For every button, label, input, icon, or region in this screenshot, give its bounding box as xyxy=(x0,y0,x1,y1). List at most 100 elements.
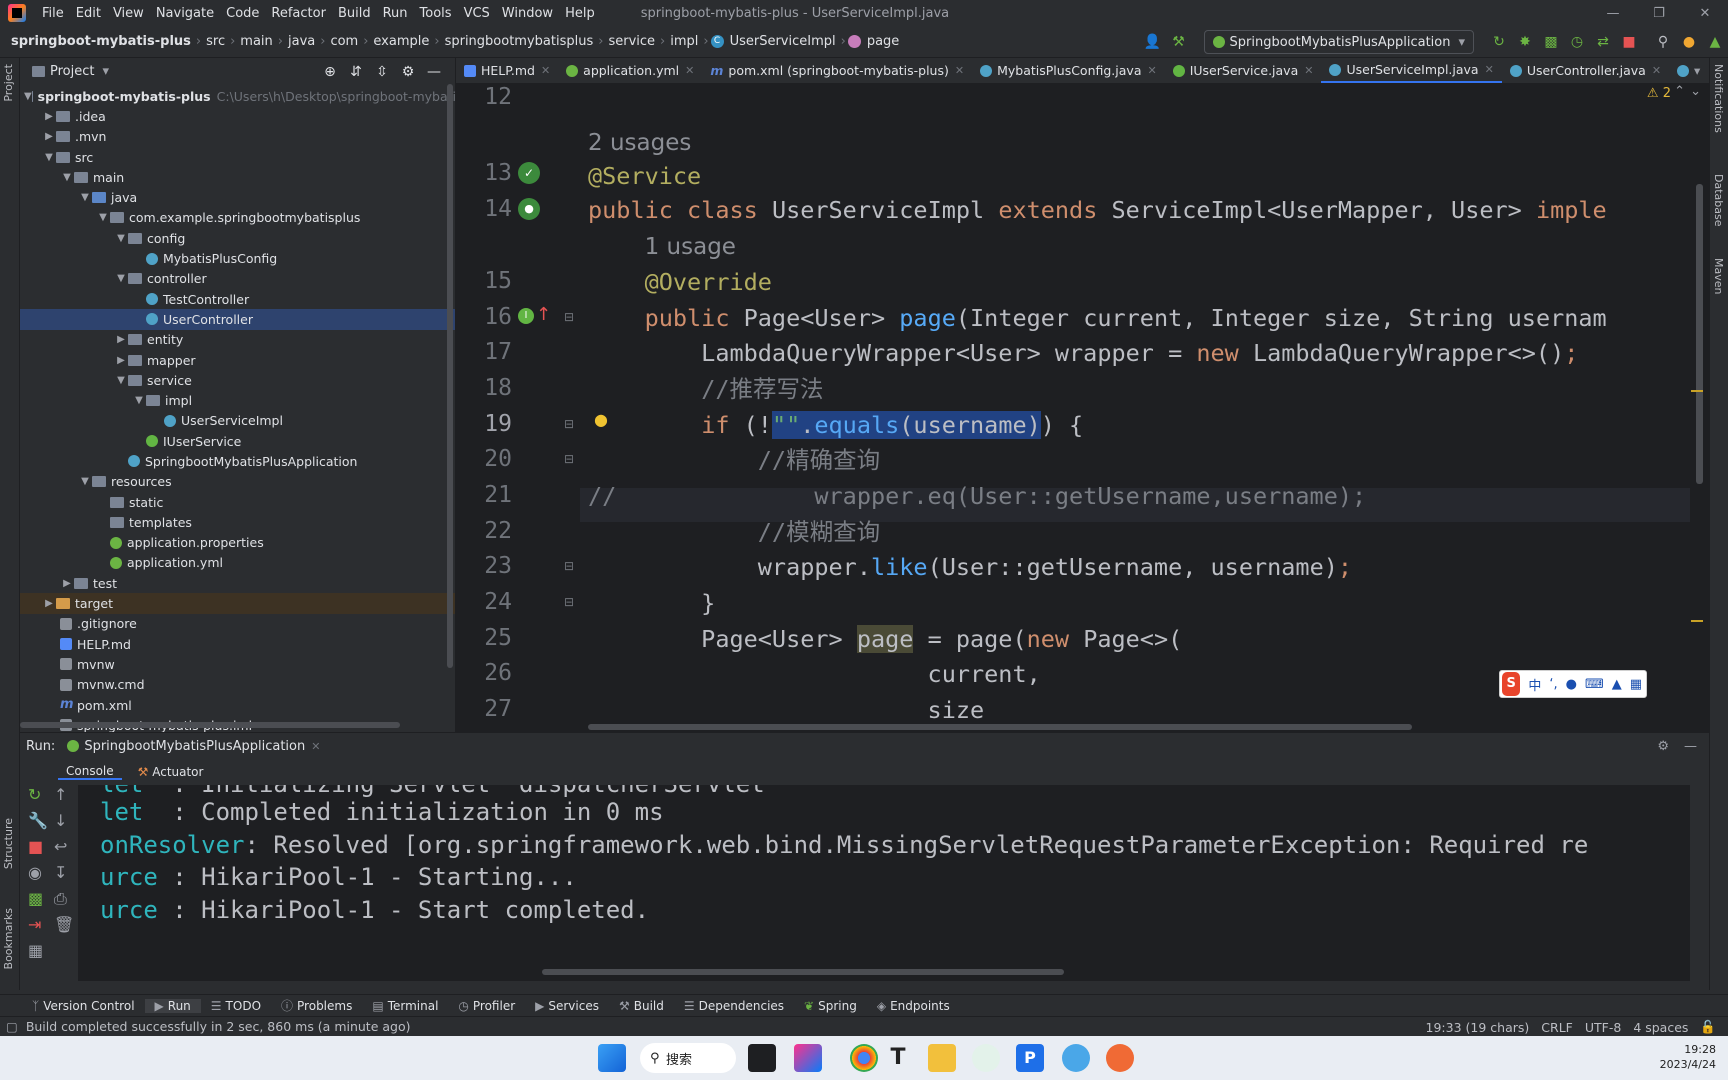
tree-item-test[interactable]: ▶ test xyxy=(20,573,455,593)
hide-icon[interactable]: — xyxy=(1684,739,1697,754)
menu-refactor[interactable]: Refactor xyxy=(265,6,332,21)
tree-item-java[interactable]: ▼ java xyxy=(20,187,455,207)
tree-item-usercontroller[interactable]: UserController xyxy=(20,309,455,330)
tab-application-yml[interactable]: application.yml ✕ xyxy=(558,58,702,83)
build-hammer-icon[interactable]: ⚒ xyxy=(1168,31,1190,53)
tree-item-root[interactable]: ▼ springboot-mybatis-plus C:\Users\h\Deskt… xyxy=(20,86,455,106)
restore-layout-icon[interactable]: ▩ xyxy=(28,889,43,908)
rerun-icon[interactable]: ↻ xyxy=(1488,31,1510,53)
code-area[interactable]: 2 usages @Service public class UserServi… xyxy=(588,84,1688,732)
fold-icon[interactable]: ⊟ xyxy=(564,452,574,466)
tree-item-userserviceimpl[interactable]: UserServiceImpl xyxy=(20,411,455,431)
menu-help[interactable]: Help xyxy=(559,6,601,21)
tree-item-testcontroller[interactable]: TestController xyxy=(20,289,455,309)
wrench-icon[interactable]: 🔧 xyxy=(28,811,48,830)
tree-item-mybatisplusconfig[interactable]: MybatisPlusConfig xyxy=(20,248,455,268)
gear-icon[interactable]: ⚙ xyxy=(397,61,419,83)
chevron-down-icon[interactable]: ▾ xyxy=(1694,63,1700,78)
breadcrumb-example[interactable]: example xyxy=(370,34,432,49)
debug-icon[interactable]: ✸ xyxy=(1514,31,1536,53)
tree-item-package[interactable]: ▼ com.example.springbootmybatisplus xyxy=(20,208,455,228)
tab-spring[interactable]: ❦ Spring xyxy=(794,999,867,1013)
breadcrumb-project[interactable]: springboot-mybatis-plus xyxy=(8,34,194,49)
camera-icon[interactable]: ◉ xyxy=(28,863,42,882)
tree-item-target[interactable]: ▶ target xyxy=(20,593,455,614)
run-config-tab[interactable]: SpringbootMybatisPlusApplication xyxy=(84,739,305,754)
tree-item-service[interactable]: ▼ service xyxy=(20,370,455,390)
tab-help-md[interactable]: HELP.md ✕ xyxy=(456,58,558,83)
arrow-up-icon[interactable]: ↑ xyxy=(54,785,67,804)
menu-code[interactable]: Code xyxy=(220,6,265,21)
code-editor[interactable]: 12 13 14 15 16 17 18 19 20 21 22 23 24 2… xyxy=(456,84,1709,732)
restore-icon[interactable]: ❐ xyxy=(1636,0,1682,26)
user-icon[interactable]: 👤 xyxy=(1142,31,1164,53)
bookmarks-tool-button[interactable]: Bookmarks xyxy=(2,908,15,969)
intellij-taskbar-icon[interactable] xyxy=(794,1044,822,1072)
close-icon[interactable]: ✕ xyxy=(1682,0,1728,26)
close-tab-icon[interactable]: ✕ xyxy=(955,64,964,77)
tab-console[interactable]: Console xyxy=(58,764,122,780)
line-separator[interactable]: CRLF xyxy=(1541,1020,1573,1035)
menu-file[interactable]: File xyxy=(36,6,70,21)
tree-item-pom[interactable]: m pom.xml xyxy=(20,695,455,715)
error-stripe-marker[interactable] xyxy=(1691,620,1703,622)
maven-tool-button[interactable]: Maven xyxy=(1712,258,1725,294)
menu-window[interactable]: Window xyxy=(496,6,559,21)
tree-item-entity[interactable]: ▶ entity xyxy=(20,330,455,350)
gear-icon[interactable]: ⚙ xyxy=(1657,739,1669,754)
tree-item-gitignore[interactable]: .gitignore xyxy=(20,614,455,634)
menu-run[interactable]: Run xyxy=(377,6,414,21)
close-tab-icon[interactable]: ✕ xyxy=(1652,64,1661,77)
taskbar-search[interactable]: ⚲ 搜索 xyxy=(640,1043,736,1073)
rerun-icon[interactable]: ↻ xyxy=(28,785,41,804)
breadcrumb-service[interactable]: service xyxy=(605,34,658,49)
close-tab-icon[interactable]: ✕ xyxy=(311,740,320,753)
punctuation-icon[interactable]: ‘, xyxy=(1549,677,1557,692)
tree-item-application-properties[interactable]: application.properties xyxy=(20,533,455,553)
tab-mybatisplusconfig[interactable]: MybatisPlusConfig.java ✕ xyxy=(972,58,1165,83)
close-tab-icon[interactable]: ✕ xyxy=(541,64,550,77)
tab-version-control[interactable]: ᛉ Version Control xyxy=(22,999,145,1013)
breadcrumb-java[interactable]: java xyxy=(285,34,318,49)
project-horizontal-scrollbar[interactable] xyxy=(20,722,400,728)
indent-setting[interactable]: 4 spaces xyxy=(1633,1020,1688,1035)
fold-icon[interactable]: ⊟ xyxy=(564,310,574,324)
editor-horizontal-scrollbar[interactable] xyxy=(588,724,1412,730)
stop-icon[interactable]: ■ xyxy=(28,837,43,856)
spring-bean-implemented-icon[interactable]: ● xyxy=(518,198,540,220)
chrome-icon[interactable] xyxy=(850,1044,878,1072)
error-stripe-marker[interactable] xyxy=(1691,390,1703,392)
layout-icon[interactable]: ▦ xyxy=(28,941,43,960)
close-tab-icon[interactable]: ✕ xyxy=(1147,64,1156,77)
wechat-icon[interactable] xyxy=(972,1044,1000,1072)
ime-toolbar[interactable]: S 中 ‘, ● ⌨ ▲ ▦ xyxy=(1499,670,1647,698)
tree-item-mvnw[interactable]: mvnw xyxy=(20,654,455,674)
tree-item-src[interactable]: ▼ src xyxy=(20,147,455,167)
tab-pom-xml[interactable]: m pom.xml (springboot-mybatis-plus) ✕ xyxy=(702,58,972,83)
tab-usercontroller[interactable]: UserController.java ✕ xyxy=(1502,58,1669,83)
tree-item-mvnw-cmd[interactable]: mvnw.cmd xyxy=(20,675,455,695)
breadcrumb-package[interactable]: springbootmybatisplus xyxy=(442,34,597,49)
hide-icon[interactable]: — xyxy=(423,61,445,83)
keyboard-icon[interactable]: ⌨ xyxy=(1585,677,1604,692)
breadcrumb-src[interactable]: src xyxy=(203,34,228,49)
tab-iuserservice[interactable]: IUserService.java ✕ xyxy=(1165,58,1322,83)
coverage-icon[interactable]: ▩ xyxy=(1540,31,1562,53)
override-arrow-icon[interactable]: ↑ xyxy=(536,304,551,325)
menu-build[interactable]: Build xyxy=(332,6,377,21)
recorder-icon[interactable] xyxy=(1106,1044,1134,1072)
lock-icon[interactable]: 🔓 xyxy=(1700,1019,1716,1035)
implements-method-icon[interactable]: I xyxy=(518,308,534,324)
project-vertical-scrollbar[interactable] xyxy=(447,84,453,668)
tree-item-impl[interactable]: ▼ impl xyxy=(20,390,455,410)
next-highlight-icon[interactable]: ⌄ xyxy=(1690,84,1701,99)
tab-userserviceimpl[interactable]: UserServiceImpl.java ✕ xyxy=(1321,58,1502,83)
tree-item-help-md[interactable]: HELP.md xyxy=(20,634,455,654)
attach-icon[interactable]: ⇄ xyxy=(1592,31,1614,53)
tree-item-static[interactable]: static xyxy=(20,492,455,512)
tree-item-idea[interactable]: ▶ .idea xyxy=(20,106,455,126)
console-horizontal-scrollbar[interactable] xyxy=(542,969,1064,975)
locate-icon[interactable]: ⊕ xyxy=(319,61,341,83)
menu-vcs[interactable]: VCS xyxy=(458,6,496,21)
project-title[interactable]: Project xyxy=(50,64,94,79)
